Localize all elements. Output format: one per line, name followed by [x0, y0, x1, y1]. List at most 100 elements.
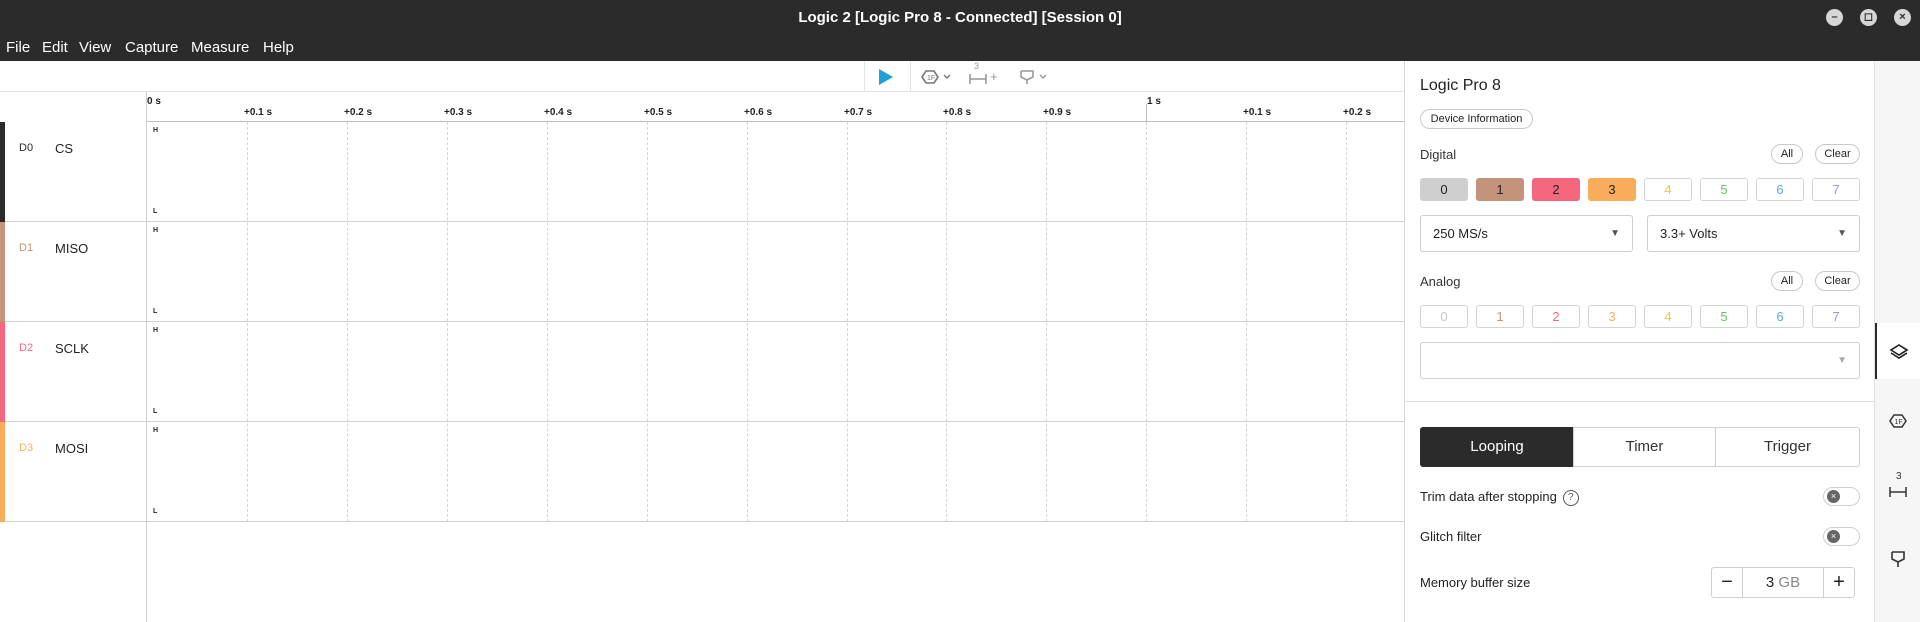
digital-channel-chip-5[interactable]: 5: [1700, 178, 1748, 201]
channel-name[interactable]: SCLK: [55, 341, 89, 356]
time-tick: +0.8 s: [943, 107, 972, 118]
side-rail: 1F 3: [1874, 61, 1920, 622]
annotations-menu-button[interactable]: [1018, 63, 1048, 90]
annotation-flag-icon: [1020, 69, 1034, 84]
channel-row-d3[interactable]: D3 MOSI H L: [0, 422, 1404, 522]
analog-channel-chip-6[interactable]: 6: [1756, 305, 1804, 328]
digital-channel-chip-7[interactable]: 7: [1812, 178, 1860, 201]
analyzers-tab[interactable]: 1F: [1875, 393, 1920, 449]
digital-all-button[interactable]: All: [1771, 144, 1803, 164]
time-tick: +0.1 s: [244, 107, 273, 118]
timing-markers-button[interactable]: 3 +: [968, 61, 998, 90]
analog-channel-chip-2[interactable]: 2: [1532, 305, 1580, 328]
menu-view[interactable]: View: [79, 39, 111, 56]
mode-timer-tab[interactable]: Timer: [1573, 427, 1716, 467]
timing-markers-tab[interactable]: 3: [1875, 461, 1920, 517]
analog-channel-chip-5[interactable]: 5: [1700, 305, 1748, 328]
mode-trigger-tab[interactable]: Trigger: [1715, 427, 1860, 467]
time-tick: +0.9 s: [1043, 107, 1072, 118]
analog-rate-select[interactable]: ▼: [1420, 342, 1860, 379]
time-tick: +0.6 s: [744, 107, 773, 118]
high-level-label: H: [153, 427, 159, 434]
analog-channel-chip-0[interactable]: 0: [1420, 305, 1468, 328]
channel-id: D3: [19, 442, 34, 454]
time-tick: +0.1 s: [1243, 107, 1272, 118]
menu-capture[interactable]: Capture: [125, 39, 178, 56]
channel-color-strip: [0, 322, 5, 422]
channel-name[interactable]: MOSI: [55, 441, 88, 456]
chevron-down-icon: [943, 74, 951, 79]
digital-channel-chip-1[interactable]: 1: [1476, 178, 1524, 201]
annotations-tab[interactable]: [1875, 531, 1920, 587]
chevron-down-icon: ▼: [1610, 228, 1620, 239]
mode-looping-tab[interactable]: Looping: [1420, 427, 1574, 467]
chevron-down-icon: ▼: [1837, 228, 1847, 239]
trim-data-label: Trim data after stopping: [1420, 489, 1557, 504]
channel-color-strip: [0, 122, 5, 222]
help-icon[interactable]: ?: [1562, 489, 1579, 506]
time-tick: +0.7 s: [844, 107, 873, 118]
memory-buffer-field[interactable]: 3 GB: [1742, 567, 1824, 598]
chevron-down-icon: [1039, 74, 1047, 79]
channel-color-strip: [0, 422, 5, 522]
analyzers-menu-button[interactable]: 1F: [920, 63, 952, 90]
channel-row-d0[interactable]: D0 CS H L: [0, 122, 1404, 222]
menu-help[interactable]: Help: [263, 39, 294, 56]
glitch-filter-toggle[interactable]: ×: [1823, 527, 1860, 546]
channel-id: D2: [19, 342, 34, 354]
ruler-major-mark: [1146, 104, 1147, 122]
digital-channel-chip-4[interactable]: 4: [1644, 178, 1692, 201]
channel-color-strip: [0, 222, 5, 322]
analog-channel-chip-7[interactable]: 7: [1812, 305, 1860, 328]
device-settings-panel: Logic Pro 8 Device Information Digital A…: [1404, 61, 1875, 622]
memory-increment-button[interactable]: +: [1823, 567, 1855, 598]
device-name: Logic Pro 8: [1420, 77, 1501, 94]
low-level-label: L: [153, 508, 158, 515]
channel-id: D0: [19, 142, 34, 154]
menu-file[interactable]: File: [6, 39, 30, 56]
menu-edit[interactable]: Edit: [42, 39, 68, 56]
analyzer-icon: 1F: [921, 69, 939, 84]
channel-row-d1[interactable]: D1 MISO H L: [0, 222, 1404, 322]
svg-text:1F: 1F: [927, 75, 935, 82]
analog-channel-chip-1[interactable]: 1: [1476, 305, 1524, 328]
channel-name[interactable]: MISO: [55, 241, 88, 256]
low-level-label: L: [153, 208, 158, 215]
time-tick: +0.5 s: [644, 107, 673, 118]
sample-rate-select[interactable]: 250 MS/s ▼: [1420, 215, 1633, 252]
analog-channel-chip-3[interactable]: 3: [1588, 305, 1636, 328]
add-marker-icon: +: [990, 69, 998, 84]
digital-section-label: Digital: [1420, 147, 1457, 162]
analog-clear-button[interactable]: Clear: [1815, 271, 1860, 291]
digital-clear-button[interactable]: Clear: [1815, 144, 1860, 164]
digital-channel-chip-0[interactable]: 0: [1420, 178, 1468, 201]
time-tick: +0.4 s: [544, 107, 573, 118]
low-level-label: L: [153, 408, 158, 415]
time-ruler[interactable]: 0 s +0.1 s +0.2 s +0.3 s +0.4 s +0.5 s +…: [146, 92, 1404, 122]
high-level-label: H: [153, 227, 159, 234]
device-information-button[interactable]: Device Information: [1420, 109, 1533, 129]
start-capture-button[interactable]: [876, 63, 894, 90]
minimize-button[interactable]: –: [1826, 9, 1843, 26]
close-button[interactable]: ×: [1894, 9, 1911, 26]
time-tick: 1 s: [1147, 96, 1161, 107]
high-level-label: H: [153, 127, 159, 134]
analog-channel-chip-4[interactable]: 4: [1644, 305, 1692, 328]
trim-data-toggle[interactable]: ×: [1823, 487, 1860, 506]
maximize-button[interactable]: ◻: [1860, 9, 1877, 26]
play-icon: [879, 68, 893, 85]
digital-channel-chip-6[interactable]: 6: [1756, 178, 1804, 201]
memory-buffer-value: 3: [1765, 574, 1775, 591]
timing-marker-count: 3: [974, 61, 980, 71]
menu-measure[interactable]: Measure: [191, 39, 249, 56]
time-tick: +0.2 s: [344, 107, 373, 118]
analog-all-button[interactable]: All: [1771, 271, 1803, 291]
channel-name[interactable]: CS: [55, 141, 73, 156]
device-settings-tab[interactable]: [1875, 323, 1920, 379]
memory-decrement-button[interactable]: −: [1711, 567, 1743, 598]
svg-text:1F: 1F: [1895, 419, 1903, 426]
digital-channel-chip-2[interactable]: 2: [1532, 178, 1580, 201]
digital-channel-chip-3[interactable]: 3: [1588, 178, 1636, 201]
channel-row-d2[interactable]: D2 SCLK H L: [0, 322, 1404, 422]
voltage-select[interactable]: 3.3+ Volts ▼: [1647, 215, 1860, 252]
